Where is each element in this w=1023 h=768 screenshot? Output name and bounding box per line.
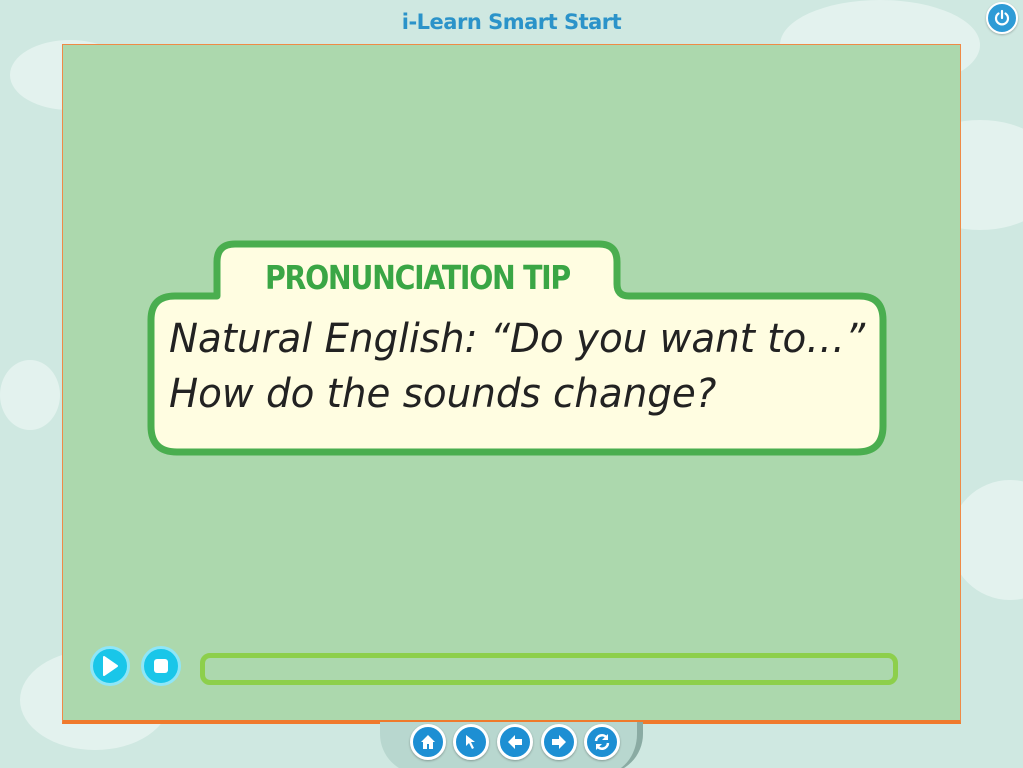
pointer-button[interactable] [453,724,489,760]
background-cloud [0,360,60,430]
home-button[interactable] [410,724,446,760]
stop-icon [154,659,168,673]
pointer-icon [466,735,475,749]
tip-heading: PRONUNCIATION TIP [265,258,571,297]
pronunciation-tip-card: PRONUNCIATION TIP Natural English: “Do y… [147,240,889,458]
arrow-right-icon [552,735,566,749]
power-icon [994,9,1010,26]
refresh-icon [594,734,610,750]
play-button[interactable] [90,646,130,686]
stop-button[interactable] [141,646,181,686]
lesson-stage: PRONUNCIATION TIP Natural English: “Do y… [62,44,961,724]
refresh-button[interactable] [584,724,620,760]
play-icon [103,656,118,676]
previous-button[interactable] [497,724,533,760]
arrow-left-icon [508,735,522,749]
tip-text-line: Natural English: “Do you want to…” [169,316,866,362]
home-icon [421,735,435,749]
app-title: i-Learn Smart Start [401,10,622,34]
power-button[interactable] [986,2,1018,34]
tip-text-line: How do the sounds change? [169,371,717,417]
next-button[interactable] [541,724,577,760]
audio-progress-bar[interactable] [200,653,898,685]
